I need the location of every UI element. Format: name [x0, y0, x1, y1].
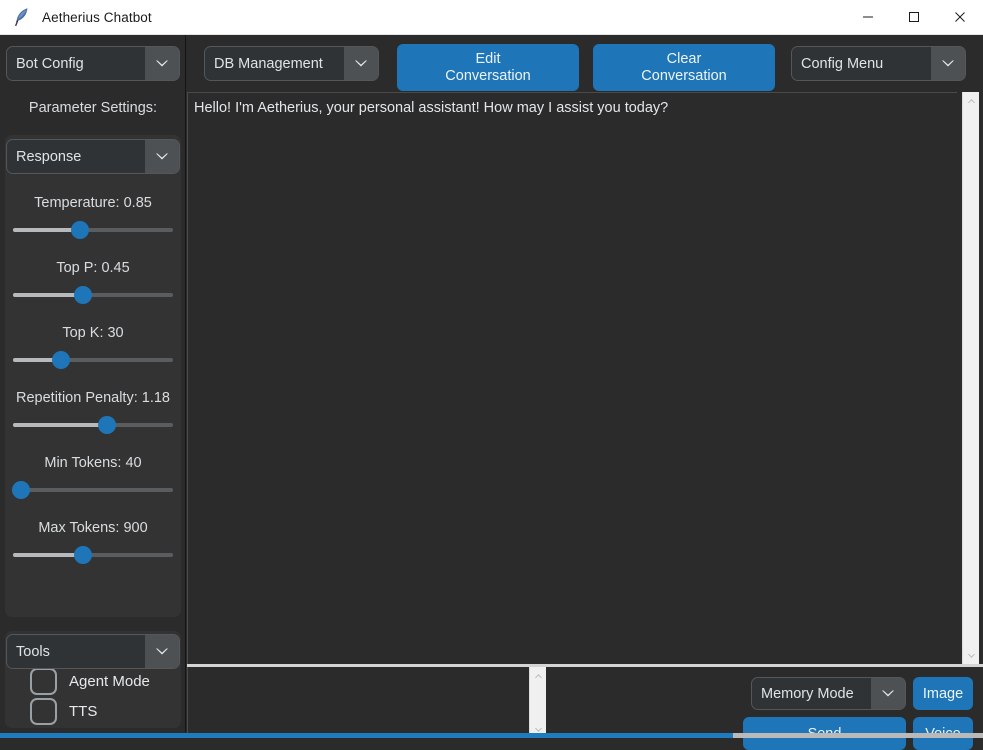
clear-conversation-line2: Conversation — [641, 67, 727, 84]
chevron-up-icon[interactable] — [530, 667, 547, 684]
slider-max-tokens: Max Tokens: 900 — [0, 520, 186, 564]
slider-top-k-handle[interactable] — [52, 351, 70, 369]
edit-conversation-line2: Conversation — [445, 67, 531, 84]
slider-min-tokens: Min Tokens: 40 — [0, 455, 186, 499]
slider-max-tokens-label: Max Tokens: 900 — [38, 520, 148, 536]
slider-temperature-label: Temperature: 0.85 — [34, 195, 152, 211]
chat-scrollbar[interactable] — [962, 92, 979, 664]
slider-filled — [13, 228, 81, 232]
bot-config-dropdown-value: Bot Config — [7, 47, 145, 80]
slider-temperature-handle[interactable] — [71, 221, 90, 239]
slider-min-tokens-label: Min Tokens: 40 — [44, 455, 142, 471]
input-scrollbar[interactable] — [529, 667, 546, 738]
chevron-down-icon[interactable] — [145, 47, 179, 80]
agent-mode-checkbox[interactable] — [30, 668, 57, 695]
slider-top-k: Top K: 30 — [0, 325, 186, 369]
clear-conversation-line1: Clear — [666, 50, 702, 67]
slider-groove — [13, 488, 173, 492]
memory-mode-dropdown-value: Memory Mode — [752, 678, 871, 709]
slider-top-k-track[interactable] — [13, 351, 173, 369]
tools-dropdown-value: Tools — [7, 635, 145, 668]
desktop-taskbar-sliver — [0, 733, 983, 738]
image-button[interactable]: Image — [913, 677, 973, 710]
top-toolbar: DB Management Edit Conversation Clear Co… — [187, 35, 983, 92]
close-icon[interactable] — [937, 0, 983, 35]
tts-checkbox[interactable] — [30, 698, 57, 725]
chevron-down-icon[interactable] — [145, 635, 179, 668]
response-dropdown-value: Response — [7, 140, 145, 173]
response-dropdown[interactable]: Response — [6, 139, 180, 174]
slider-top-p: Top P: 0.45 — [0, 260, 186, 304]
memory-mode-dropdown[interactable]: Memory Mode — [751, 677, 906, 710]
window-title: Aetherius Chatbot — [42, 9, 152, 25]
tts-label: TTS — [69, 703, 98, 720]
maximize-icon[interactable] — [891, 0, 937, 35]
chat-display-area: Hello! I'm Aetherius, your personal assi… — [187, 92, 983, 664]
chevron-down-icon[interactable] — [871, 678, 905, 709]
db-management-dropdown-value: DB Management — [205, 47, 344, 80]
chat-message: Hello! I'm Aetherius, your personal assi… — [194, 100, 669, 116]
slider-top-k-label: Top K: 30 — [62, 325, 124, 341]
db-management-dropdown[interactable]: DB Management — [204, 46, 379, 81]
tts-checkbox-row[interactable]: TTS — [30, 698, 97, 725]
clear-conversation-button[interactable]: Clear Conversation — [593, 44, 775, 91]
tools-dropdown[interactable]: Tools — [6, 634, 180, 669]
slider-repetition-penalty-handle[interactable] — [98, 416, 117, 434]
slider-repetition-penalty-label: Repetition Penalty: 1.18 — [16, 390, 170, 406]
slider-top-p-label: Top P: 0.45 — [56, 260, 130, 276]
slider-max-tokens-handle[interactable] — [74, 546, 93, 564]
feather-quill-icon — [6, 0, 36, 35]
config-menu-dropdown[interactable]: Config Menu — [791, 46, 966, 81]
chevron-down-icon[interactable] — [344, 47, 378, 80]
slider-repetition-penalty: Repetition Penalty: 1.18 — [0, 390, 186, 434]
window-controls — [845, 0, 983, 35]
slider-max-tokens-track[interactable] — [13, 546, 173, 564]
parameter-settings-label: Parameter Settings: — [28, 100, 158, 116]
slider-temperature: Temperature: 0.85 — [0, 195, 186, 239]
window-titlebar: Aetherius Chatbot — [0, 0, 983, 35]
minimize-icon[interactable] — [845, 0, 891, 35]
slider-min-tokens-handle[interactable] — [12, 481, 30, 499]
chevron-up-icon[interactable] — [963, 92, 980, 109]
slider-filled — [13, 423, 108, 427]
slider-repetition-penalty-track[interactable] — [13, 416, 173, 434]
application-root: Bot Config Parameter Settings: Response … — [0, 35, 983, 750]
slider-min-tokens-track[interactable] — [12, 481, 173, 499]
action-button-panel: Memory Mode Image Send Voice — [553, 667, 983, 750]
taskbar-right-section — [733, 733, 983, 738]
sidebar: Bot Config Parameter Settings: Response … — [0, 35, 186, 732]
slider-filled — [13, 553, 84, 557]
slider-filled — [13, 293, 84, 297]
chevron-down-icon[interactable] — [963, 647, 980, 664]
bot-config-dropdown[interactable]: Bot Config — [6, 46, 180, 81]
config-menu-dropdown-value: Config Menu — [792, 47, 931, 80]
slider-top-p-track[interactable] — [13, 286, 173, 304]
edit-conversation-button[interactable]: Edit Conversation — [397, 44, 579, 91]
agent-mode-checkbox-row[interactable]: Agent Mode — [30, 668, 150, 695]
agent-mode-label: Agent Mode — [69, 673, 150, 690]
conversation-log[interactable]: Hello! I'm Aetherius, your personal assi… — [187, 92, 957, 664]
chevron-down-icon[interactable] — [145, 140, 179, 173]
edit-conversation-line1: Edit — [475, 50, 501, 67]
slider-temperature-track[interactable] — [13, 221, 173, 239]
chevron-down-icon[interactable] — [931, 47, 965, 80]
slider-top-p-handle[interactable] — [74, 286, 93, 304]
